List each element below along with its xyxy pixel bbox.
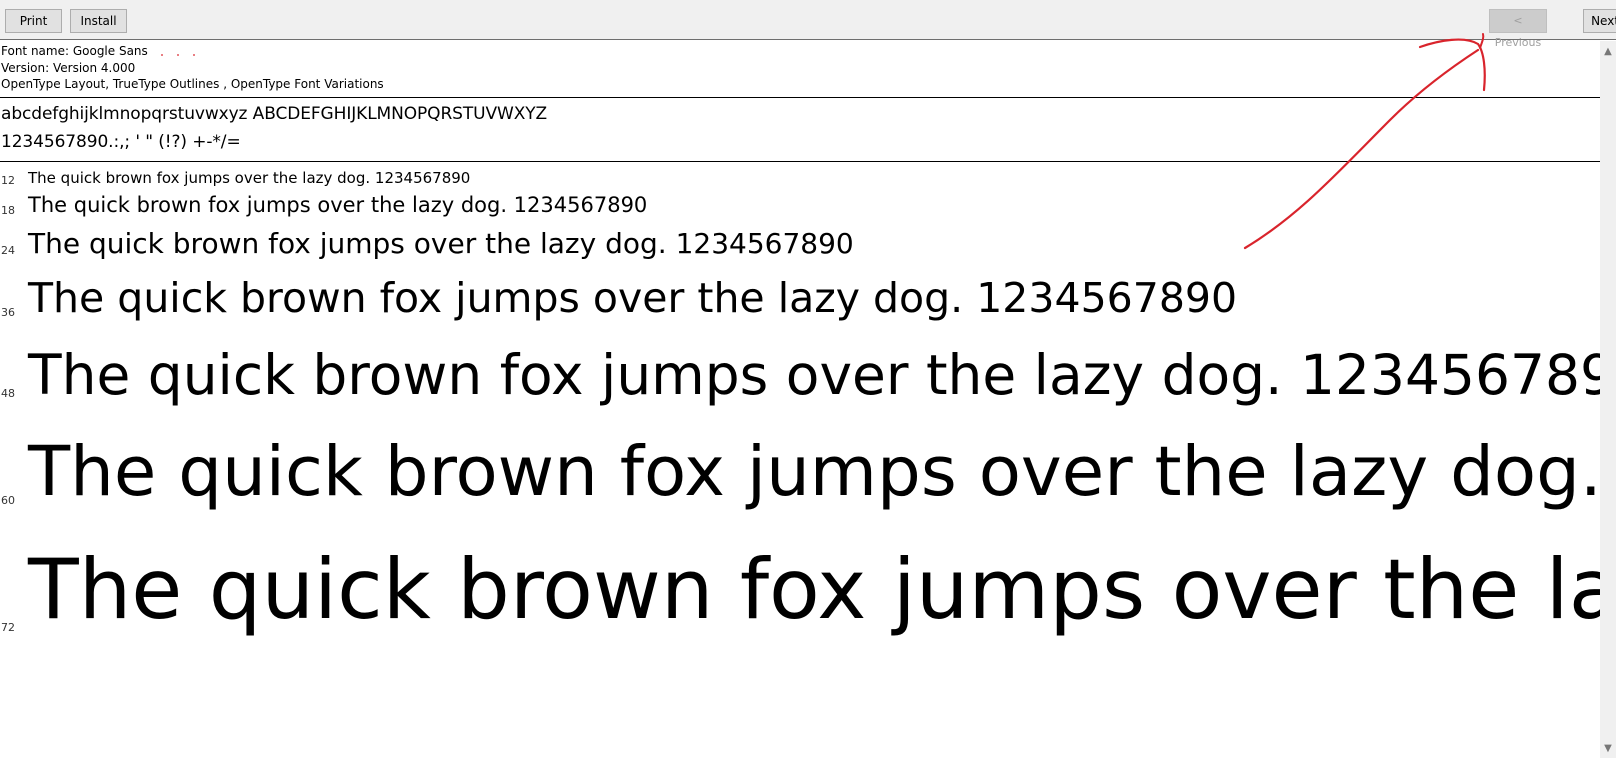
sample-size-label: 12 [1, 174, 15, 187]
install-button[interactable]: Install [70, 9, 127, 33]
sample-text: The quick brown fox jumps over the lazy … [28, 343, 1600, 407]
sample-size-label: 60 [1, 494, 15, 507]
chevron-down-icon[interactable]: ▼ [1603, 744, 1613, 754]
next-button[interactable]: Next > [1583, 9, 1616, 33]
chevron-up-icon[interactable]: ▲ [1603, 47, 1613, 57]
sample-text: The quick brown fox jumps over the lazy … [28, 169, 471, 187]
toolbar: Print Install < Previous Next > [0, 0, 1616, 49]
vertical-scrollbar[interactable]: ▲ ▼ [1600, 41, 1616, 758]
font-preview: Font name: Google Sans Version: Version … [0, 41, 1600, 758]
divider [0, 161, 1600, 162]
font-name: Font name: Google Sans [1, 44, 148, 58]
charset-letters: abcdefghijklmnopqrstuvwxyz ABCDEFGHIJKLM… [1, 104, 548, 124]
sample-text: The quick brown fox jumps over the lazy … [28, 432, 1600, 512]
sample-text: The quick brown fox jumps over the lazy … [28, 274, 1238, 322]
font-features: OpenType Layout, TrueType Outlines , Ope… [1, 77, 384, 91]
sample-text: The quick brown fox jumps over the lazy … [28, 541, 1600, 638]
print-button[interactable]: Print [5, 9, 62, 33]
sample-text: The quick brown fox jumps over the lazy … [28, 193, 648, 217]
font-version: Version: Version 4.000 [1, 60, 136, 75]
sample-size-label: 48 [1, 387, 15, 400]
font-info: Font name: Google Sans Version: Version … [0, 41, 1600, 93]
sample-size-label: 72 [1, 621, 15, 634]
sample-size-label: 18 [1, 204, 15, 217]
sample-text: The quick brown fox jumps over the lazy … [28, 227, 854, 260]
divider [0, 97, 1600, 98]
sample-size-label: 36 [1, 306, 15, 319]
charset-digits: 1234567890.:,; ' " (!?) +-*/= [1, 132, 241, 152]
sample-size-label: 24 [1, 244, 15, 257]
previous-button[interactable]: < Previous [1489, 9, 1547, 49]
